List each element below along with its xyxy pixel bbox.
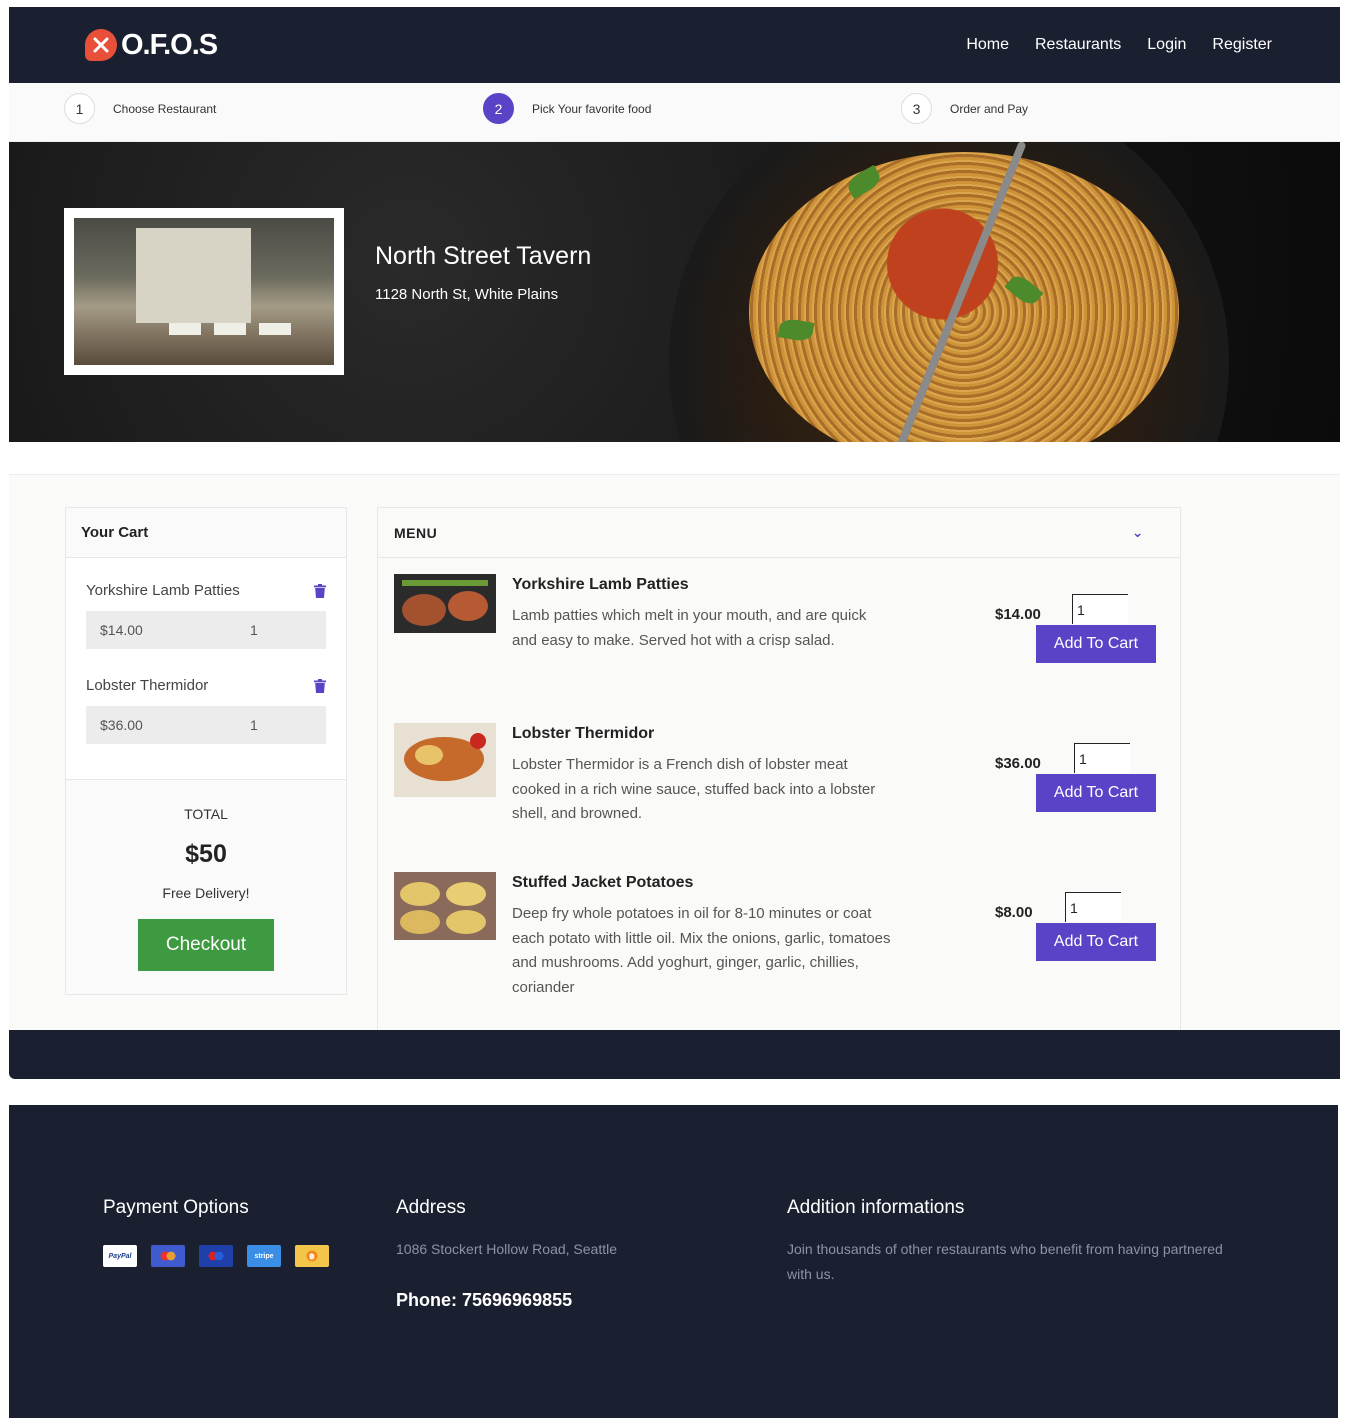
- payment-icons: PayPal stripe ฿: [103, 1245, 329, 1267]
- add-to-cart-button[interactable]: Add To Cart: [1036, 923, 1156, 961]
- menu-item: Yorkshire Lamb Patties Lamb patties whic…: [394, 574, 1166, 714]
- restaurant-address: 1128 North St, White Plains: [375, 286, 559, 303]
- menu-title: MENU: [394, 524, 438, 541]
- cart-item-qty: 1: [250, 717, 258, 733]
- step-number: 1: [64, 93, 95, 124]
- order-steps: 1 Choose Restaurant 2 Pick Your favorite…: [9, 83, 1340, 142]
- main-content: Your Cart Yorkshire Lamb Patties $14.00 …: [9, 474, 1340, 1031]
- footer-address-title: Address: [396, 1197, 466, 1218]
- chevron-down-icon[interactable]: ⌄: [1132, 524, 1144, 541]
- food-price: $36.00: [995, 755, 1041, 772]
- checkout-button[interactable]: Checkout: [138, 919, 274, 971]
- cart-item-price: $14.00: [100, 622, 143, 638]
- cart-summary: TOTAL $50 Free Delivery! Checkout: [66, 780, 346, 971]
- add-to-cart-button[interactable]: Add To Cart: [1036, 774, 1156, 812]
- total-value: $50: [185, 840, 227, 868]
- stripe-icon: stripe: [247, 1245, 281, 1267]
- step-label: Choose Restaurant: [113, 101, 217, 116]
- svg-text:฿: ฿: [309, 1252, 315, 1261]
- footer-phone: Phone: 75696969855: [396, 1289, 573, 1310]
- food-title: Yorkshire Lamb Patties: [512, 576, 689, 593]
- step-choose-restaurant[interactable]: 1 Choose Restaurant: [64, 93, 216, 124]
- menu-header[interactable]: MENU ⌄: [378, 508, 1180, 558]
- food-title: Lobster Thermidor: [512, 725, 655, 742]
- maestro-icon: [199, 1245, 233, 1267]
- paypal-icon: PayPal: [103, 1245, 137, 1267]
- footer-payment-title: Payment Options: [103, 1197, 249, 1218]
- food-description: Deep fry whole potatoes in oil for 8-10 …: [512, 905, 891, 996]
- section-divider: [9, 1030, 1340, 1079]
- cart-item-name: Yorkshire Lamb Patties: [86, 582, 240, 599]
- cart-item-price: $36.00: [100, 717, 143, 733]
- top-navbar: O.F.O.S Home Restaurants Login Register: [9, 7, 1340, 83]
- step-label: Order and Pay: [950, 101, 1029, 116]
- cart-title: Your Cart: [66, 508, 346, 558]
- food-price: $8.00: [995, 904, 1033, 921]
- food-image: [394, 723, 496, 797]
- food-description: Lobster Thermidor is a French dish of lo…: [512, 756, 876, 822]
- step-pick-food[interactable]: 2 Pick Your favorite food: [483, 93, 651, 124]
- food-title: Stuffed Jacket Potatoes: [512, 874, 694, 891]
- step-number: 3: [901, 93, 932, 124]
- quantity-input[interactable]: [1074, 743, 1130, 773]
- nav-restaurants[interactable]: Restaurants: [1035, 36, 1121, 54]
- food-description: Lamb patties which melt in your mouth, a…: [512, 607, 867, 649]
- menu-item: Lobster Thermidor Lobster Thermidor is a…: [394, 723, 1166, 863]
- trash-icon[interactable]: [314, 679, 326, 693]
- footer-address: Address 1086 Stockert Hollow Road, Seatt…: [396, 1197, 617, 1311]
- logo-text: O.F.O.S: [121, 28, 218, 61]
- bitcoin-icon: ฿: [295, 1245, 329, 1267]
- restaurant-photo: [64, 208, 344, 375]
- nav-register[interactable]: Register: [1212, 36, 1272, 54]
- cart-item-name: Lobster Thermidor: [86, 677, 209, 694]
- footer-address-text: 1086 Stockert Hollow Road, Seattle: [396, 1241, 618, 1257]
- restaurant-hero: North Street Tavern 1128 North St, White…: [9, 142, 1340, 442]
- cart-panel: Your Cart Yorkshire Lamb Patties $14.00 …: [65, 507, 347, 995]
- step-order-pay[interactable]: 3 Order and Pay: [901, 93, 1028, 124]
- food-price: $14.00: [995, 606, 1041, 623]
- nav-home[interactable]: Home: [966, 36, 1009, 54]
- quantity-input[interactable]: [1072, 594, 1128, 624]
- delivery-note: Free Delivery!: [162, 885, 250, 901]
- step-label: Pick Your favorite food: [532, 101, 652, 116]
- cart-item-row: $14.00 1: [86, 611, 326, 649]
- trash-icon[interactable]: [314, 584, 326, 598]
- quantity-input[interactable]: [1065, 892, 1121, 922]
- cart-item-qty: 1: [250, 622, 258, 638]
- menu-panel: MENU ⌄ Yorkshire Lamb Patties Lamb patti…: [377, 507, 1181, 1031]
- food-image: [394, 574, 496, 633]
- footer-payment: Payment Options PayPal stripe ฿: [103, 1197, 329, 1267]
- footer-info: Addition informations Join thousands of …: [787, 1197, 1227, 1286]
- utensils-icon: [85, 29, 117, 61]
- total-label: TOTAL: [184, 806, 228, 822]
- menu-item: Stuffed Jacket Potatoes Deep fry whole p…: [394, 872, 1166, 1012]
- cart-item: Lobster Thermidor $36.00 1: [86, 649, 326, 744]
- nav-menu: Home Restaurants Login Register: [966, 36, 1272, 54]
- food-image: [394, 872, 496, 940]
- restaurant-name: North Street Tavern: [375, 242, 592, 270]
- add-to-cart-button[interactable]: Add To Cart: [1036, 625, 1156, 663]
- mastercard-icon: [151, 1245, 185, 1267]
- cart-item: Yorkshire Lamb Patties $14.00 1: [86, 558, 326, 649]
- nav-login[interactable]: Login: [1147, 36, 1186, 54]
- footer-info-title: Addition informations: [787, 1197, 965, 1218]
- cart-item-row: $36.00 1: [86, 706, 326, 744]
- logo[interactable]: O.F.O.S: [85, 28, 218, 62]
- step-number: 2: [483, 93, 514, 124]
- footer-info-text: Join thousands of other restaurants who …: [787, 1241, 1223, 1282]
- cart-items: Yorkshire Lamb Patties $14.00 1 Lobster …: [66, 558, 346, 780]
- footer: Payment Options PayPal stripe ฿ Address …: [9, 1105, 1338, 1418]
